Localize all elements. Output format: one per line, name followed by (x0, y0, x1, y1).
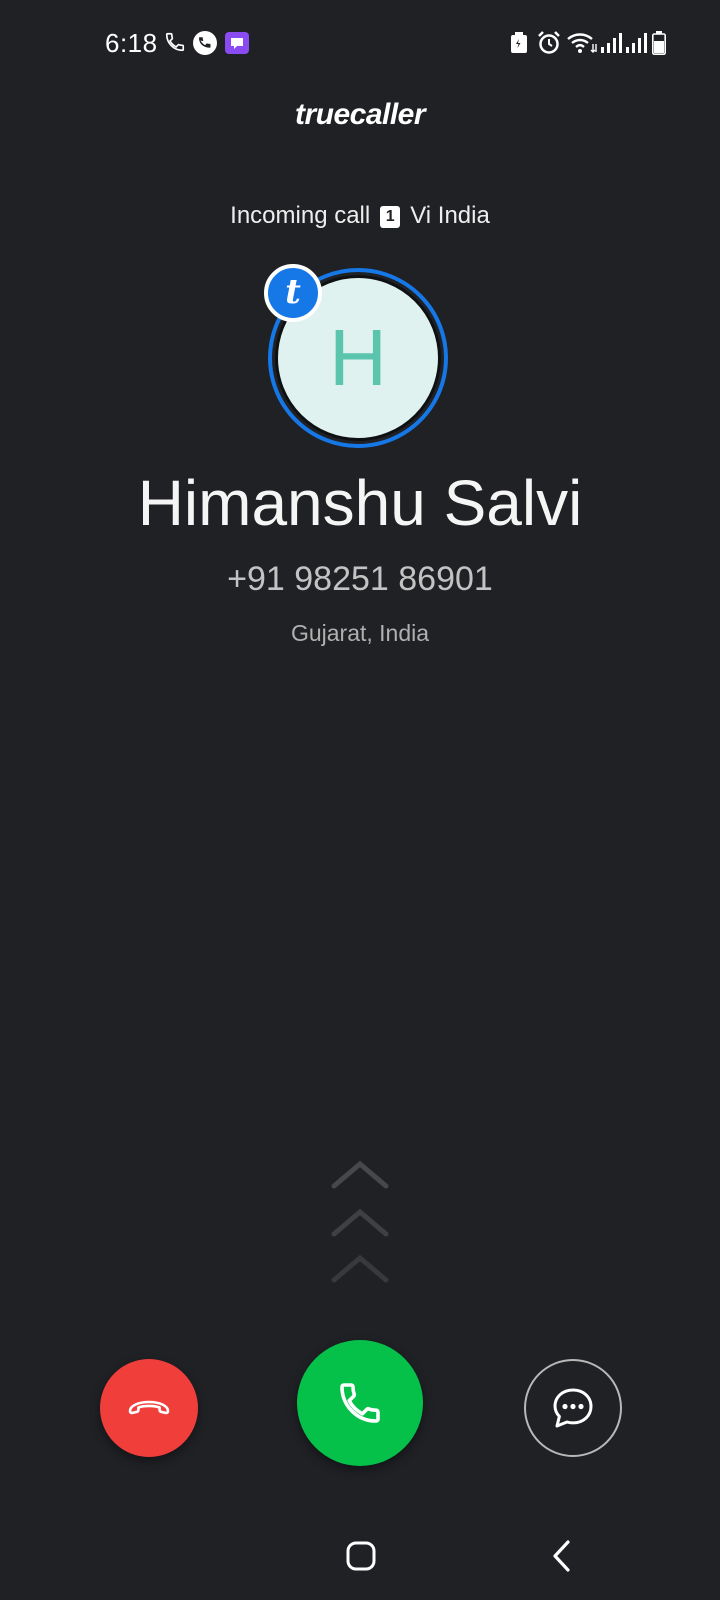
phone-icon (165, 32, 185, 52)
accept-call-button[interactable] (297, 1340, 423, 1466)
carrier-name: Vi India (410, 202, 490, 229)
caller-location: Gujarat, India (290, 620, 430, 646)
home-icon[interactable] (345, 1540, 377, 1572)
battery-icon (652, 31, 666, 55)
battery-saver-icon (511, 32, 527, 53)
wifi-icon (567, 33, 597, 53)
status-time: 6:18 (105, 28, 158, 58)
whatsapp-call-icon (193, 31, 217, 55)
truecaller-badge-letter: t (285, 272, 301, 312)
message-app-icon (225, 32, 249, 54)
chat-bubble-icon (553, 1388, 593, 1428)
sim-slot-badge: 1 (380, 206, 401, 228)
status-bar: 6:18 (0, 0, 720, 90)
swipe-up-indicator-icon (331, 1160, 389, 1283)
alarm-icon (538, 31, 560, 54)
back-icon[interactable] (551, 1539, 573, 1573)
signal-sim1-icon (601, 33, 622, 53)
caller-name: Himanshu Salvi (137, 467, 583, 539)
phone-hangup-icon (128, 1400, 170, 1415)
call-status: Incoming call (230, 202, 371, 229)
caller-number: +91 98251 86901 (227, 560, 493, 598)
phone-answer-icon (340, 1383, 380, 1423)
decline-call-button[interactable] (100, 1359, 198, 1457)
call-status-line: Incoming call 1 Vi India (0, 202, 720, 230)
truecaller-logo: truecaller (294, 98, 426, 131)
reply-message-button[interactable] (524, 1359, 622, 1457)
signal-sim2-icon (626, 33, 647, 53)
